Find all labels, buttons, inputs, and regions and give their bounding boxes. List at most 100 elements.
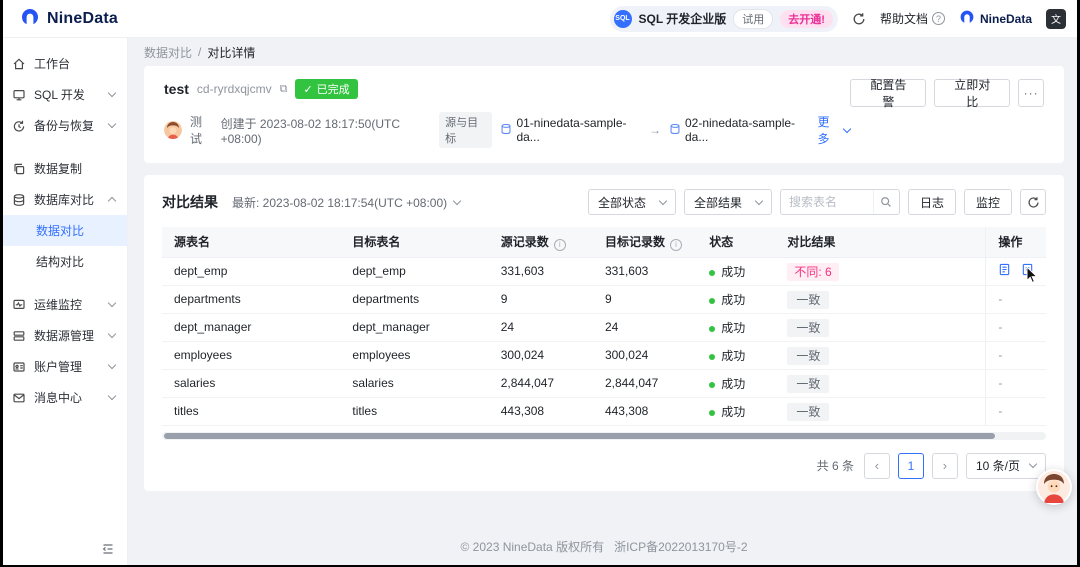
more-actions-button[interactable]: ··· xyxy=(1018,79,1044,107)
latest-run-dropdown[interactable]: 最新: 2023-08-02 18:17:54(UTC +08:00) xyxy=(232,194,462,211)
plan-badge[interactable]: SQL SQL 开发企业版 试用 去开通! xyxy=(609,5,838,32)
search-icon[interactable] xyxy=(872,190,899,214)
breadcrumb-separator: / xyxy=(198,45,202,59)
ninedata-logo[interactable]: NineData xyxy=(20,7,118,30)
task-summary-card: test cd-ryrdxqjcmv ⧉ ✓ 已完成 测试 创建于 2023-0… xyxy=(144,66,1064,163)
log-button[interactable]: 日志 xyxy=(907,189,956,215)
table-row: departments departments 9 9 成功 一致 - xyxy=(162,285,1046,314)
scrollbar-thumb[interactable] xyxy=(164,432,995,439)
source-datasource: 01-ninedata-sample-da... xyxy=(500,116,641,144)
diff-sql-icon[interactable] xyxy=(1021,263,1034,276)
success-dot xyxy=(709,353,716,360)
database-compare-icon xyxy=(12,193,26,207)
col-target-table: 目标表名 xyxy=(340,227,489,258)
translate-icon[interactable]: 文 xyxy=(1046,8,1066,29)
screen-edge xyxy=(0,0,3,567)
more-details-link[interactable]: 更多 xyxy=(818,113,852,147)
sidebar-collapse-icon[interactable] xyxy=(101,542,115,559)
chevron-down-icon xyxy=(754,196,764,205)
source-target-tag: 源与目标 xyxy=(439,112,493,148)
table-header-row: 源表名 目标表名 源记录数 i 目标记录数 i 状态 对比结果 操作 xyxy=(162,227,1046,258)
chevron-down-icon xyxy=(658,196,668,205)
compare-now-button[interactable]: 立即对比 xyxy=(934,78,1011,109)
arrow-right-icon: → xyxy=(648,123,661,137)
success-dot xyxy=(709,269,716,276)
main-content: 数据对比 / 对比详情 test cd-ryrdxqjcmv ⧉ ✓ 已完成 测… xyxy=(128,38,1080,567)
backup-restore-icon xyxy=(12,119,26,133)
task-actions: 配置告警 立即对比 ··· xyxy=(850,78,1044,148)
prev-page-button[interactable]: ‹ xyxy=(863,452,890,479)
col-status: 状态 xyxy=(697,227,776,258)
horizontal-scrollbar[interactable] xyxy=(162,431,1046,440)
chevron-down-icon xyxy=(452,196,462,205)
sidebar-item-account[interactable]: 账户管理 xyxy=(0,351,127,382)
empty-action: - xyxy=(998,292,1003,306)
success-dot xyxy=(709,409,716,416)
next-page-button[interactable]: › xyxy=(931,452,958,479)
task-name: test xyxy=(164,81,189,97)
id-card-icon xyxy=(12,360,26,374)
info-icon[interactable]: i xyxy=(669,238,682,251)
page-size-select[interactable]: 10 条/页 xyxy=(965,452,1046,479)
same-badge: 一致 xyxy=(787,346,830,365)
check-icon: ✓ xyxy=(303,83,313,96)
app: NineData SQL SQL 开发企业版 试用 去开通! 帮助文档 ? Ni… xyxy=(0,0,1080,567)
empty-action: - xyxy=(998,348,1003,362)
pagination: 共 6 条 ‹ 1 › 10 条/页 xyxy=(162,452,1046,479)
help-docs-label: 帮助文档 xyxy=(879,12,928,26)
chevron-down-icon xyxy=(107,298,117,308)
help-docs-link[interactable]: 帮助文档 ? xyxy=(880,10,945,27)
creator-avatar xyxy=(164,121,182,139)
search-input[interactable] xyxy=(780,195,873,209)
cell-source-count: 331,603 xyxy=(488,257,593,286)
breadcrumb-parent[interactable]: 数据对比 xyxy=(144,44,192,61)
empty-action: - xyxy=(998,404,1003,418)
task-info: test cd-ryrdxqjcmv ⧉ ✓ 已完成 测试 创建于 2023-0… xyxy=(164,79,852,148)
configure-alert-button[interactable]: 配置告警 xyxy=(850,78,927,109)
view-detail-icon[interactable] xyxy=(998,263,1011,276)
col-target-count: 目标记录数 i xyxy=(592,227,698,258)
home-icon xyxy=(12,57,26,71)
sidebar-item-ops-monitor[interactable]: 运维监控 xyxy=(0,289,127,320)
page-number-button[interactable]: 1 xyxy=(897,452,924,479)
same-badge: 一致 xyxy=(787,374,830,393)
col-actions: 操作 xyxy=(985,227,1046,258)
sidebar-item-backup[interactable]: 备份与恢复 xyxy=(0,110,127,141)
logo-text: NineData xyxy=(47,9,118,27)
monitor-button[interactable]: 监控 xyxy=(963,189,1012,215)
refresh-icon[interactable] xyxy=(1020,189,1046,215)
brand-link[interactable]: NineData xyxy=(959,9,1032,28)
sidebar-item-structure-compare[interactable]: 结构对比 xyxy=(0,246,127,277)
status-badge: ✓ 已完成 xyxy=(295,79,358,99)
compare-results-card: 对比结果 最新: 2023-08-02 18:17:54(UTC +08:00)… xyxy=(144,175,1064,491)
help-icon: ? xyxy=(931,12,945,25)
upgrade-button[interactable]: 去开通! xyxy=(780,9,833,28)
sidebar-item-db-compare[interactable]: 数据库对比 xyxy=(0,184,127,215)
sidebar-item-workbench[interactable]: 工作台 xyxy=(0,48,127,79)
assistant-avatar[interactable] xyxy=(1036,469,1072,505)
info-icon[interactable]: i xyxy=(553,238,566,251)
results-filters: 全部状态 全部结果 日志 xyxy=(587,189,1046,215)
success-dot xyxy=(709,381,716,388)
sidebar-item-replication[interactable]: 数据复制 xyxy=(0,153,127,184)
cell-status: 成功 xyxy=(697,257,776,286)
topbar-right: SQL SQL 开发企业版 试用 去开通! 帮助文档 ? NineData 文 xyxy=(609,5,1066,32)
icp-text: 浙ICP备2022013170号-2 xyxy=(614,540,748,554)
results-table: 源表名 目标表名 源记录数 i 目标记录数 i 状态 对比结果 操作 dept_… xyxy=(162,227,1046,426)
same-badge: 一致 xyxy=(787,318,830,337)
sidebar-item-datasource[interactable]: 数据源管理 xyxy=(0,320,127,351)
breadcrumb-current: 对比详情 xyxy=(207,45,256,60)
status-filter-select[interactable]: 全部状态 xyxy=(587,189,676,215)
table-row: dept_emp dept_emp 331,603 331,603 成功 不同:… xyxy=(162,257,1046,286)
database-icon xyxy=(669,123,681,138)
sidebar-item-messages[interactable]: 消息中心 xyxy=(0,382,127,413)
result-filter-select[interactable]: 全部结果 xyxy=(683,189,772,215)
top-header: NineData SQL SQL 开发企业版 试用 去开通! 帮助文档 ? Ni… xyxy=(0,0,1080,38)
sidebar-item-data-compare[interactable]: 数据对比 xyxy=(0,215,127,246)
success-dot xyxy=(709,325,716,332)
cell-actions xyxy=(985,257,1046,286)
chevron-down-icon xyxy=(107,119,117,129)
sidebar-item-sql-dev[interactable]: SQL 开发 xyxy=(0,79,127,110)
copy-icon[interactable]: ⧉ xyxy=(280,83,288,96)
sync-icon[interactable] xyxy=(852,12,866,26)
